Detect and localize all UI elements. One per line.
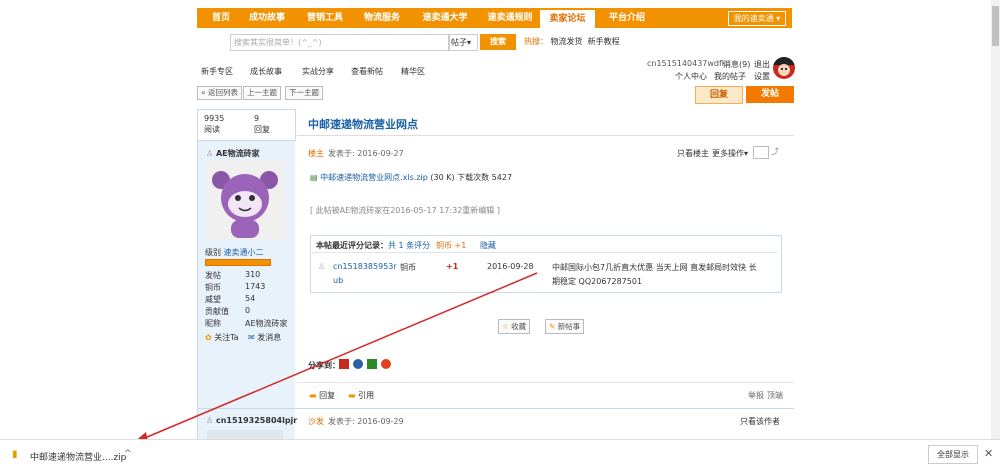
zip-icon: ▮ <box>12 449 18 460</box>
close-icon[interactable]: ✕ <box>984 447 993 460</box>
scrollbar-thumb[interactable] <box>992 6 999 46</box>
annotation-arrow <box>132 272 538 444</box>
download-bar: ▮ 中邮速递物流营业....zip ^ 全部显示 ✕ <box>0 439 1000 469</box>
page-scrollbar[interactable] <box>991 0 1000 439</box>
chevron-up-icon[interactable]: ^ <box>124 449 132 459</box>
show-all-button[interactable]: 全部显示 <box>928 445 978 464</box>
download-item[interactable]: 中邮速递物流营业....zip <box>30 450 126 463</box>
